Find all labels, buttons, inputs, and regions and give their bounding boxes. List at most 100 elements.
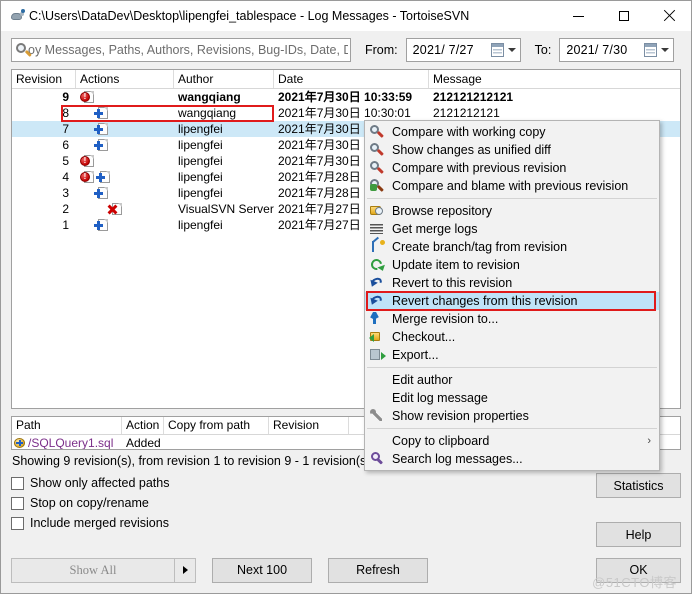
export-icon xyxy=(369,347,386,363)
menu-item-create-branch-tag-from-revision[interactable]: Create branch/tag from revision xyxy=(365,236,659,256)
from-date-picker[interactable]: 2021/ 7/27 xyxy=(405,38,521,62)
actions-cell: ! xyxy=(76,89,174,105)
checkbox-box[interactable] xyxy=(11,496,24,510)
table-row[interactable]: 8 wangqiang 2021年7月30日 10:30:01 2121212121 xyxy=(12,105,680,121)
menu-item-edit-log-message[interactable]: Edit log message xyxy=(365,389,659,407)
path-value: /SQLQuery1.sql xyxy=(28,436,114,450)
deleted-file-icon xyxy=(108,202,122,216)
revision-context-menu[interactable]: Compare with working copy Show changes as… xyxy=(364,120,660,471)
log-list-header: Revision Actions Author Date Message xyxy=(12,70,680,89)
revision-cell: 9 xyxy=(62,90,69,104)
menu-item-show-revision-properties[interactable]: Show revision properties xyxy=(365,407,659,425)
menu-separator xyxy=(367,198,657,199)
to-label: To: xyxy=(534,43,552,57)
menu-item-search-log-messages[interactable]: Search log messages... xyxy=(365,450,659,468)
column-header-message[interactable]: Message xyxy=(429,70,680,88)
column-header-copy-from-path[interactable]: Copy from path xyxy=(164,417,269,434)
calendar-icon xyxy=(644,43,658,57)
column-header-path[interactable]: Path xyxy=(12,417,122,434)
menu-item-revert-changes-from-this-revision[interactable]: Revert changes from this revision xyxy=(365,292,659,310)
added-file-icon xyxy=(94,186,108,200)
side-button-group: Statistics Help xyxy=(596,473,681,547)
column-header-path-revision[interactable]: Revision xyxy=(269,417,349,434)
revision-cell: 5 xyxy=(62,154,69,168)
column-header-date[interactable]: Date xyxy=(274,70,429,88)
actions-cell: ! xyxy=(76,153,174,169)
menu-item-merge-revision-to[interactable]: Merge revision to... xyxy=(365,310,659,328)
revert-arrow-icon xyxy=(368,275,386,291)
menu-separator xyxy=(367,367,657,368)
added-file-icon xyxy=(94,218,108,232)
none xyxy=(369,433,386,449)
magnifier-icon xyxy=(369,124,386,140)
menu-separator xyxy=(367,428,657,429)
actions-cell: ! xyxy=(76,169,174,185)
window-title: C:\Users\DataDev\Desktop\lipengfei_table… xyxy=(29,9,470,23)
menu-item-copy-to-clipboard[interactable]: Copy to clipboard › xyxy=(365,432,659,450)
checkbox-include-merged-revisions[interactable]: Include merged revisions xyxy=(11,516,169,530)
checkbox-label: Stop on copy/rename xyxy=(30,496,149,510)
checkbox-stop-on-copy-rename[interactable]: Stop on copy/rename xyxy=(11,496,169,510)
added-file-icon xyxy=(14,437,26,449)
refresh-button[interactable]: Refresh xyxy=(328,557,428,583)
menu-item-label: Edit log message xyxy=(392,391,488,405)
menu-item-label: Get merge logs xyxy=(392,222,478,236)
menu-item-show-changes-as-unified-diff[interactable]: Show changes as unified diff xyxy=(365,141,659,159)
menu-item-export[interactable]: Export... xyxy=(365,346,659,364)
log-messages-window: C:\Users\DataDev\Desktop\lipengfei_table… xyxy=(0,0,692,594)
column-header-action[interactable]: Action xyxy=(122,417,164,434)
menu-item-label: Compare with previous revision xyxy=(392,161,567,175)
update-arrow-icon xyxy=(368,256,387,273)
table-row[interactable]: 9! wangqiang 2021年7月30日 10:33:59 2121212121… xyxy=(12,89,680,105)
checkout-icon xyxy=(369,329,386,345)
path-cell: /SQLQuery1.sql xyxy=(12,435,122,450)
footer-button-bar: Show All Next 100 Refresh OK @51CTO博客 xyxy=(1,547,691,593)
chevron-down-icon[interactable] xyxy=(661,48,670,52)
to-date-picker[interactable]: 2021/ 7/30 xyxy=(559,38,675,62)
menu-item-update-item-to-revision[interactable]: Update item to revision xyxy=(365,256,659,274)
checkbox-show-only-affected-paths[interactable]: Show only affected paths xyxy=(11,476,169,490)
menu-item-label: Create branch/tag from revision xyxy=(392,240,568,254)
menu-item-revert-to-this-revision[interactable]: Revert to this revision xyxy=(365,274,659,292)
next-100-button[interactable]: Next 100 xyxy=(212,557,312,583)
show-all-button[interactable]: Show All xyxy=(11,557,196,583)
menu-item-label: Browse repository xyxy=(392,204,493,218)
help-button[interactable]: Help xyxy=(596,522,681,547)
close-button[interactable] xyxy=(646,1,691,31)
close-icon xyxy=(663,10,675,22)
search-box[interactable] xyxy=(11,38,351,62)
author-cell: lipengfei xyxy=(178,218,223,232)
checkbox-box[interactable] xyxy=(11,516,24,530)
menu-item-checkout[interactable]: Checkout... xyxy=(365,328,659,346)
checkbox-box[interactable] xyxy=(11,476,24,490)
actions-cell xyxy=(76,105,174,121)
menu-item-browse-repository[interactable]: Browse repository xyxy=(365,202,659,220)
calendar-icon xyxy=(490,43,504,57)
author-cell: VisualSVN Server xyxy=(178,202,274,216)
show-all-dropdown-button[interactable] xyxy=(174,557,196,583)
checkbox-label: Include merged revisions xyxy=(30,516,169,530)
chevron-down-icon[interactable] xyxy=(507,48,516,52)
column-header-author[interactable]: Author xyxy=(174,70,274,88)
menu-item-get-merge-logs[interactable]: Get merge logs xyxy=(365,220,659,238)
none xyxy=(369,372,386,388)
menu-item-label: Export... xyxy=(392,348,439,362)
show-all-label: Show All xyxy=(11,557,174,583)
revision-cell: 4 xyxy=(62,170,69,184)
menu-item-edit-author[interactable]: Edit author xyxy=(365,371,659,389)
author-cell: lipengfei xyxy=(178,186,223,200)
modified-file-icon: ! xyxy=(80,170,94,184)
menu-item-compare-with-working-copy[interactable]: Compare with working copy xyxy=(365,123,659,141)
statistics-button[interactable]: Statistics xyxy=(596,473,681,498)
ok-button[interactable]: OK xyxy=(596,557,681,583)
menu-item-compare-with-previous-revision[interactable]: Compare with previous revision xyxy=(365,159,659,177)
search-input[interactable] xyxy=(12,42,350,58)
maximize-button[interactable] xyxy=(601,1,646,31)
magnifier-blame-icon xyxy=(369,178,386,194)
minimize-button[interactable] xyxy=(556,1,601,31)
column-header-actions[interactable]: Actions xyxy=(76,70,174,88)
path-revision-value xyxy=(269,435,349,449)
to-date-value: 2021/ 7/30 xyxy=(566,43,628,57)
column-header-revision[interactable]: Revision xyxy=(12,70,76,88)
menu-item-compare-and-blame-with-previous-revision[interactable]: Compare and blame with previous revision xyxy=(365,177,659,195)
